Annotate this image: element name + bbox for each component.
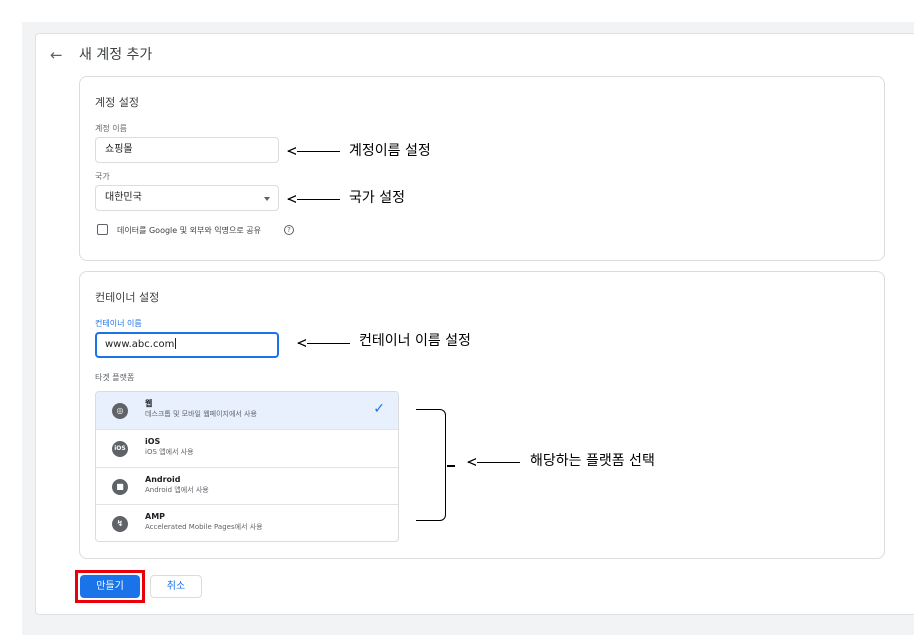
android-icon: ■ (112, 479, 128, 495)
country-select[interactable]: 대한민국 (95, 185, 279, 211)
country-value: 대한민국 (105, 192, 142, 203)
annotation-platform: 해당하는 플랫폼 선택 (530, 453, 655, 469)
platform-name: iOS (145, 437, 161, 446)
amp-bolt-icon: ↯ (112, 516, 128, 532)
country-label: 국가 (95, 172, 110, 181)
checkmark-icon: ✓ (373, 401, 385, 417)
account-section-title: 계정 설정 (95, 96, 139, 109)
top-band (0, 0, 914, 22)
globe-icon: ◎ (112, 403, 128, 419)
cancel-button[interactable]: 취소 (150, 575, 202, 598)
container-name-value: www.abc.com (105, 339, 175, 350)
annotation-account-name: 계정이름 설정 (349, 143, 431, 159)
annotation-container-name: 컨테이너 이름 설정 (359, 333, 471, 349)
annotation-country: 국가 설정 (349, 190, 405, 206)
annotation-arrow-icon (467, 458, 520, 466)
annotation-arrow-icon (287, 147, 340, 155)
platform-desc: iOS 앱에서 사용 (145, 448, 194, 456)
platform-list: ◎ 웹 데스크톱 및 모바일 웹페이지에서 사용 ✓ iOS iOS iOS 앱… (95, 391, 399, 542)
page-title: 새 계정 추가 (79, 47, 153, 63)
help-icon[interactable]: ? (284, 225, 294, 235)
platform-option-web[interactable]: ◎ 웹 데스크톱 및 모바일 웹페이지에서 사용 ✓ (96, 392, 398, 430)
annotation-bracket (416, 409, 455, 521)
annotation-arrow-icon (287, 195, 340, 203)
ios-icon: iOS (112, 441, 128, 457)
platform-option-android[interactable]: ■ Android Android 앱에서 사용 (96, 467, 398, 505)
platform-name: Android (145, 475, 181, 484)
platform-option-amp[interactable]: ↯ AMP Accelerated Mobile Pages에서 사용 (96, 504, 398, 541)
target-platform-label: 타겟 플랫폼 (95, 373, 135, 382)
text-cursor (175, 338, 177, 349)
account-name-input[interactable]: 쇼핑몰 (95, 137, 279, 163)
container-section-title: 컨테이너 설정 (95, 291, 160, 304)
platform-desc: Android 앱에서 사용 (145, 486, 209, 494)
container-name-label: 컨테이너 이름 (95, 319, 142, 328)
account-name-value: 쇼핑몰 (105, 144, 133, 155)
account-name-label: 계정 이름 (95, 124, 127, 133)
platform-name: AMP (145, 512, 166, 521)
arrow-left-icon[interactable]: ← (50, 44, 63, 66)
create-button[interactable]: 만들기 (80, 575, 140, 598)
platform-desc: Accelerated Mobile Pages에서 사용 (145, 523, 263, 531)
platform-name: 웹 (145, 399, 153, 408)
share-data-checkbox[interactable] (97, 224, 108, 235)
annotation-arrow-icon (297, 339, 350, 347)
platform-desc: 데스크톱 및 모바일 웹페이지에서 사용 (145, 410, 257, 418)
share-data-label: 데이터를 Google 및 외부와 익명으로 공유 (117, 226, 261, 235)
container-name-input[interactable]: www.abc.com (95, 332, 279, 358)
platform-option-ios[interactable]: iOS iOS iOS 앱에서 사용 (96, 429, 398, 467)
chevron-down-icon (264, 197, 270, 201)
